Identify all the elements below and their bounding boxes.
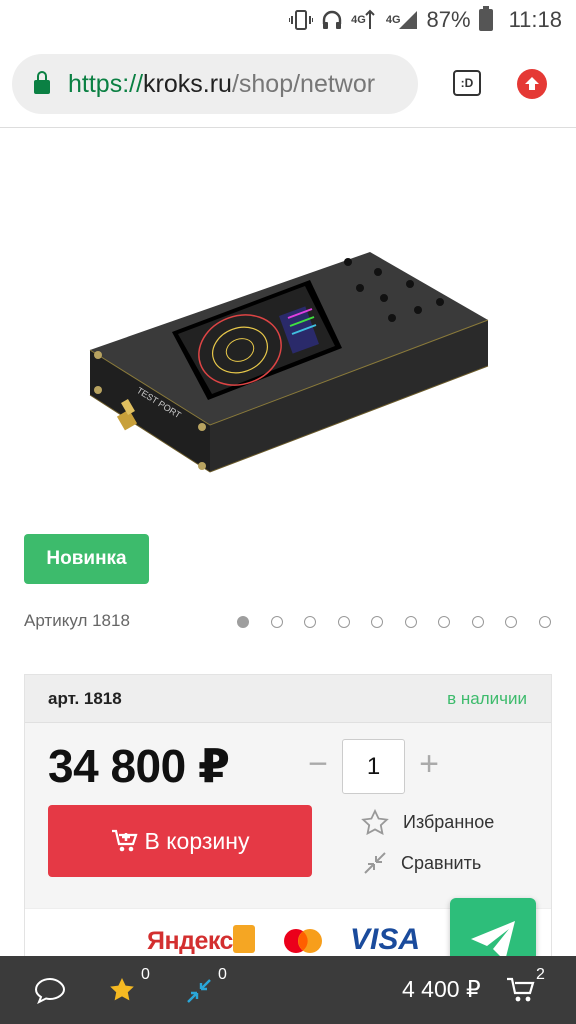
- clock: 11:18: [508, 7, 562, 32]
- carousel-dot[interactable]: [404, 616, 417, 628]
- yandex-money-icon: [233, 925, 255, 953]
- favorite-label: Избранное: [403, 811, 495, 832]
- price: 34 800 ₽: [48, 740, 230, 792]
- status-bar: 4G 4G 87% 11:18: [0, 0, 576, 40]
- favorite-link[interactable]: Избранное: [361, 809, 494, 835]
- chat-icon[interactable]: [34, 976, 66, 1009]
- cart-count: 2: [536, 966, 545, 983]
- mastercard-logo: [284, 929, 322, 953]
- quantity-input[interactable]: [342, 739, 405, 794]
- favorites-star-icon[interactable]: [108, 976, 136, 1009]
- visa-logo: VISA: [350, 923, 421, 956]
- quantity-decrease-button[interactable]: −: [305, 747, 331, 783]
- url-text: https://kroks.ru/shop/networ: [68, 69, 376, 98]
- carousel-dot[interactable]: [304, 616, 316, 628]
- buy-box-header: арт. 1818 в наличии: [25, 675, 551, 723]
- tab-switcher-icon[interactable]: :D: [453, 70, 481, 96]
- compare-link[interactable]: Сравнить: [361, 849, 481, 877]
- carousel-dots: [237, 616, 551, 628]
- vibrate-icon: [289, 9, 314, 31]
- art-code: арт. 1818: [48, 689, 122, 708]
- browser-toolbar: https://kroks.ru/shop/networ :D: [0, 40, 576, 128]
- new-badge: Новинка: [24, 534, 149, 584]
- favorites-count: 0: [141, 966, 150, 983]
- cart-total[interactable]: 4 400 ₽: [402, 976, 481, 1003]
- lock-icon: [34, 71, 50, 94]
- address-bar[interactable]: https://kroks.ru/shop/networ: [12, 54, 418, 114]
- yandex-logo: Яндекс: [147, 927, 233, 955]
- star-outline-icon: [361, 809, 389, 835]
- add-to-cart-label: В корзину: [144, 827, 250, 854]
- add-to-cart-button[interactable]: В корзину: [48, 805, 312, 877]
- compare-icon: [364, 852, 386, 874]
- update-icon[interactable]: [517, 69, 547, 99]
- carousel-dot[interactable]: [538, 616, 551, 628]
- carousel-dot[interactable]: [337, 616, 350, 628]
- signal-1-icon: 4G: [351, 9, 378, 31]
- availability-status: в наличии: [447, 689, 527, 708]
- screen: 4G 4G 87% 11:18 https://kroks.ru/shop/ne…: [0, 0, 576, 1024]
- bottom-bar: 0 0 4 400 ₽ 2: [0, 956, 576, 1024]
- cart-icon: [111, 829, 138, 852]
- battery-icon: [478, 6, 493, 31]
- article-number: Артикул 1818: [24, 611, 130, 630]
- cart-icon[interactable]: [506, 976, 536, 1009]
- carousel-dot[interactable]: [471, 616, 484, 628]
- carousel-dot[interactable]: [270, 616, 283, 628]
- quantity-increase-button[interactable]: +: [416, 747, 442, 783]
- compare-arrows-icon[interactable]: [184, 976, 214, 1011]
- product-image[interactable]: TEST PORT: [80, 240, 500, 490]
- signal-2-icon: 4G: [386, 9, 419, 31]
- compare-count: 0: [218, 966, 227, 983]
- compare-label: Сравнить: [401, 852, 482, 873]
- carousel-dot[interactable]: [505, 616, 517, 628]
- carousel-dot[interactable]: [371, 616, 383, 628]
- carousel-dot[interactable]: [438, 616, 450, 628]
- battery-percent: 87%: [426, 7, 471, 32]
- headphones-icon: [321, 9, 343, 31]
- carousel-dot[interactable]: [237, 616, 249, 628]
